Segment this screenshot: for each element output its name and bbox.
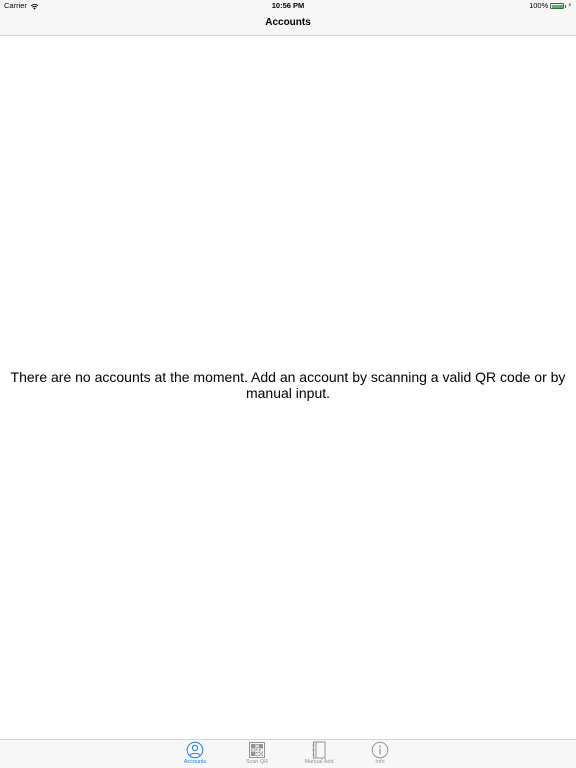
qr-code-icon xyxy=(249,742,265,758)
tab-label: Accounts xyxy=(183,759,207,765)
status-time: 10:56 PM xyxy=(271,1,305,10)
tab-manual-add[interactable]: Manual Add xyxy=(291,741,347,768)
status-right: 100% ⚡ xyxy=(529,0,572,12)
tab-label: Manual Add xyxy=(304,759,334,765)
battery-tip xyxy=(564,4,567,8)
info-icon xyxy=(371,741,389,759)
charging-bolt-icon: ⚡ xyxy=(567,3,572,9)
battery-fill xyxy=(551,4,563,8)
status-bar: Carrier 10:56 PM 100% ⚡ xyxy=(0,0,576,12)
battery-icon xyxy=(550,3,565,9)
person-circle-icon xyxy=(186,741,204,759)
tab-accounts[interactable]: Accounts xyxy=(167,741,223,768)
tab-label: Info xyxy=(375,759,385,765)
tab-info[interactable]: Info xyxy=(352,741,408,768)
tab-scan-qr[interactable]: Scan QR xyxy=(229,741,285,768)
notebook-icon xyxy=(312,741,326,759)
tab-bar: Accounts Scan QR Manual Add Info xyxy=(0,739,576,768)
page-title: Accounts xyxy=(265,17,311,28)
navigation-bar: Accounts xyxy=(0,12,576,36)
battery-percent: 100% xyxy=(529,1,549,10)
tab-label: Scan QR xyxy=(245,759,269,765)
empty-state-message: There are no accounts at the moment. Add… xyxy=(10,369,566,401)
